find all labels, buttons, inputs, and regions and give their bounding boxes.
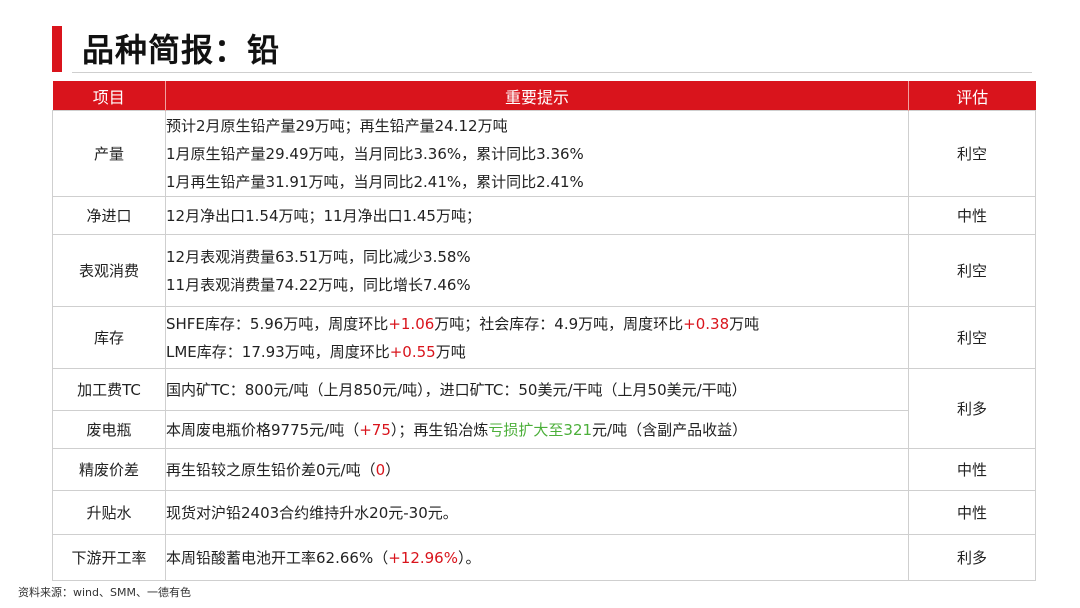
hint-text: 本周废电瓶价格9775元/吨（ bbox=[166, 420, 360, 439]
hint-line: 本周铅酸蓄电池开工率62.66%（+12.96%）。 bbox=[166, 544, 908, 572]
hint-text: 万吨；社会库存：4.9万吨，周度环比 bbox=[434, 314, 684, 333]
hint-text: LME库存：17.93万吨，周度环比 bbox=[166, 342, 390, 361]
hint-text: 元/吨（含副产品收益） bbox=[592, 420, 748, 439]
row-eval: 利多 bbox=[908, 534, 1036, 581]
row-hint: 12月表观消费量63.51万吨，同比减少3.58% 11月表观消费量74.22万吨… bbox=[165, 234, 909, 307]
row-eval: 利空 bbox=[908, 234, 1036, 307]
hint-line: 国内矿TC：800元/吨（上月850元/吨），进口矿TC：50美元/干吨（上月5… bbox=[166, 376, 908, 404]
hint-text: 万吨 bbox=[729, 314, 760, 333]
hint-line: LME库存：17.93万吨，周度环比+0.55万吨 bbox=[166, 338, 908, 366]
row-hint: 本周铅酸蓄电池开工率62.66%（+12.96%）。 bbox=[165, 534, 909, 581]
row-hint: 本周废电瓶价格9775元/吨（+75）；再生铅冶炼亏损扩大至321元/吨（含副产… bbox=[165, 410, 909, 449]
hint-line: 12月净出口1.54万吨；11月净出口1.45万吨； bbox=[166, 202, 908, 230]
table-header-row: 项目 重要提示 评估 bbox=[52, 81, 1036, 111]
hint-text: 0 bbox=[375, 460, 386, 479]
row-eval: 利多 bbox=[908, 368, 1036, 449]
row-hint: 12月净出口1.54万吨；11月净出口1.45万吨； bbox=[165, 196, 909, 235]
row-eval: 利空 bbox=[908, 306, 1036, 369]
hint-text: 1月原生铅产量29.49万吨，当月同比3.36%，累计同比3.36% bbox=[166, 144, 584, 163]
hint-text: ）。 bbox=[457, 548, 481, 567]
row-hint: 预计2月原生铅产量29万吨；再生铅产量24.12万吨 1月原生铅产量29.49万吨… bbox=[165, 110, 909, 197]
hint-text: +0.55 bbox=[389, 342, 436, 361]
hint-text: 万吨 bbox=[435, 342, 466, 361]
hint-line: 1月再生铅产量31.91万吨，当月同比2.41%，累计同比2.41% bbox=[166, 168, 908, 196]
hint-text: SHFE库存：5.96万吨，周度环比 bbox=[166, 314, 389, 333]
row-item-label: 表观消费 bbox=[52, 234, 166, 307]
row-eval: 中性 bbox=[908, 448, 1036, 491]
title-accent-bar bbox=[52, 26, 62, 72]
row-item-label: 产量 bbox=[52, 110, 166, 197]
hint-text: 国内矿TC：800元/吨（上月850元/吨），进口矿TC：50美元/干吨（上月5… bbox=[166, 380, 747, 399]
row-hint: 国内矿TC：800元/吨（上月850元/吨），进口矿TC：50美元/干吨（上月5… bbox=[165, 368, 909, 411]
hint-line: 11月表观消费量74.22万吨，同比增长7.46% bbox=[166, 271, 908, 299]
row-eval: 利空 bbox=[908, 110, 1036, 197]
row-item-label: 精废价差 bbox=[52, 448, 166, 491]
source-note: 资料来源：wind、SMM、一德有色 bbox=[18, 586, 191, 599]
hint-text: 12月表观消费量63.51万吨，同比减少3.58% bbox=[166, 247, 471, 266]
row-item-label: 净进口 bbox=[52, 196, 166, 235]
title-divider bbox=[72, 72, 1032, 73]
hint-line: 本周废电瓶价格9775元/吨（+75）；再生铅冶炼亏损扩大至321元/吨（含副产… bbox=[166, 416, 908, 444]
table-row: 产量 预计2月原生铅产量29万吨；再生铅产量24.12万吨 1月原生铅产量29.49… bbox=[52, 110, 1036, 197]
hint-text: 1月再生铅产量31.91万吨，当月同比2.41%，累计同比2.41% bbox=[166, 172, 584, 191]
hint-text: 再生铅较之原生铅价差0元/吨（ bbox=[166, 460, 376, 479]
table-row: 库存 SHFE库存：5.96万吨，周度环比+1.06万吨；社会库存：4.9万吨，周… bbox=[52, 306, 1036, 369]
hint-text: 亏损扩大至321 bbox=[488, 420, 593, 439]
row-item-label: 升贴水 bbox=[52, 490, 166, 535]
hint-text: 12月净出口1.54万吨；11月净出口1.45万吨； bbox=[166, 206, 481, 225]
header-hint: 重要提示 bbox=[165, 81, 909, 111]
table-row: 升贴水 现货对沪铅2403合约维持升水20元-30元。 中性 bbox=[52, 490, 1036, 535]
hint-text: +75 bbox=[359, 420, 391, 439]
briefing-table: 项目 重要提示 评估 产量 预计2月原生铅产量29万吨；再生铅产量24.12万吨 1… bbox=[52, 81, 1036, 581]
hint-text: 本周铅酸蓄电池开工率62.66%（ bbox=[166, 548, 389, 567]
table-row: 表观消费 12月表观消费量63.51万吨，同比减少3.58% 11月表观消费量74.… bbox=[52, 234, 1036, 307]
hint-text: 11月表观消费量74.22万吨，同比增长7.46% bbox=[166, 275, 471, 294]
hint-text: ） bbox=[385, 460, 401, 479]
hint-text: ）；再生铅冶炼 bbox=[390, 420, 489, 439]
table-row: 加工费TC 国内矿TC：800元/吨（上月850元/吨），进口矿TC：50美元/干… bbox=[52, 368, 1036, 449]
row-hint: 再生铅较之原生铅价差0元/吨（0） bbox=[165, 448, 909, 491]
header-item: 项目 bbox=[52, 81, 166, 111]
hint-line: 预计2月原生铅产量29万吨；再生铅产量24.12万吨 bbox=[166, 112, 908, 140]
row-item-label: 加工费TC bbox=[52, 368, 166, 411]
table-row: 净进口 12月净出口1.54万吨；11月净出口1.45万吨； 中性 bbox=[52, 196, 1036, 235]
hint-text: +0.38 bbox=[683, 314, 730, 333]
table-row: 精废价差 再生铅较之原生铅价差0元/吨（0） 中性 bbox=[52, 448, 1036, 491]
hint-line: 1月原生铅产量29.49万吨，当月同比3.36%，累计同比3.36% bbox=[166, 140, 908, 168]
row-eval: 中性 bbox=[908, 490, 1036, 535]
table-row: 废电瓶 本周废电瓶价格9775元/吨（+75）；再生铅冶炼亏损扩大至321元/吨（… bbox=[52, 410, 1036, 449]
hint-line: 再生铅较之原生铅价差0元/吨（0） bbox=[166, 456, 908, 484]
row-hint: SHFE库存：5.96万吨，周度环比+1.06万吨；社会库存：4.9万吨，周度环… bbox=[165, 306, 909, 369]
hint-line: 12月表观消费量63.51万吨，同比减少3.58% bbox=[166, 243, 908, 271]
hint-text: +1.06 bbox=[388, 314, 435, 333]
row-hint: 现货对沪铅2403合约维持升水20元-30元。 bbox=[165, 490, 909, 535]
hint-line: 现货对沪铅2403合约维持升水20元-30元。 bbox=[166, 499, 908, 527]
row-item-label: 下游开工率 bbox=[52, 534, 166, 581]
page-title: 品种简报：铅 bbox=[82, 31, 281, 69]
hint-line: SHFE库存：5.96万吨，周度环比+1.06万吨；社会库存：4.9万吨，周度环… bbox=[166, 310, 908, 338]
hint-text: 预计2月原生铅产量29万吨；再生铅产量24.12万吨 bbox=[166, 116, 508, 135]
row-item-label: 库存 bbox=[52, 306, 166, 369]
hint-text: 现货对沪铅2403合约维持升水20元-30元。 bbox=[166, 503, 458, 522]
header-eval: 评估 bbox=[908, 81, 1036, 111]
row-eval: 中性 bbox=[908, 196, 1036, 235]
hint-text: +12.96% bbox=[388, 548, 458, 567]
table-row: 下游开工率 本周铅酸蓄电池开工率62.66%（+12.96%）。 利多 bbox=[52, 534, 1036, 581]
row-item-label: 废电瓶 bbox=[52, 410, 166, 449]
